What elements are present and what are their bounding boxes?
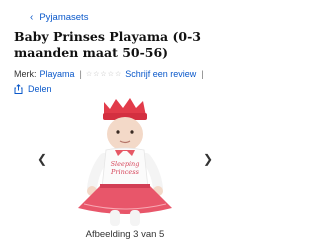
star-icon: ☆: [93, 71, 100, 78]
shirt-print: Sleeping: [111, 160, 140, 168]
product-image: Sleeping Princess: [78, 98, 172, 226]
write-review-link[interactable]: Schrijf een review: [125, 69, 196, 79]
share-label: Delen: [28, 84, 52, 94]
shirt-print: Princess: [110, 168, 140, 176]
share-button[interactable]: Delen: [14, 84, 52, 94]
brand-link[interactable]: Playama: [40, 69, 75, 79]
separator: |: [201, 69, 204, 79]
breadcrumb[interactable]: ‹ Pyjamasets: [30, 12, 88, 23]
image-counter: Afbeelding 3 van 5: [85, 229, 165, 240]
previous-image-button[interactable]: ❮: [35, 152, 49, 166]
chevron-left-icon: ❮: [36, 152, 48, 166]
page-title: Baby Prinses Playama (0-3 maanden maat 5…: [14, 29, 202, 60]
brand-label: Merk:: [14, 69, 37, 79]
chevron-right-icon: ❯: [202, 152, 214, 166]
next-image-button[interactable]: ❯: [201, 152, 215, 166]
chevron-left-icon: ‹: [30, 11, 34, 23]
image-gallery: ❮ Sleeping Princess ❯: [0, 96, 250, 226]
star-icon: ☆: [107, 71, 114, 78]
separator: |: [79, 69, 82, 79]
star-icon: ☆: [114, 71, 122, 78]
breadcrumb-label: Pyjamasets: [39, 12, 89, 23]
rating-stars: ☆ ☆ ☆ ☆ ☆: [86, 70, 121, 78]
share-icon: [14, 84, 23, 94]
star-icon: ☆: [100, 71, 107, 78]
star-icon: ☆: [85, 71, 93, 78]
product-meta: Merk: Playama | ☆ ☆ ☆ ☆ ☆ Schrijf een re…: [14, 69, 244, 79]
